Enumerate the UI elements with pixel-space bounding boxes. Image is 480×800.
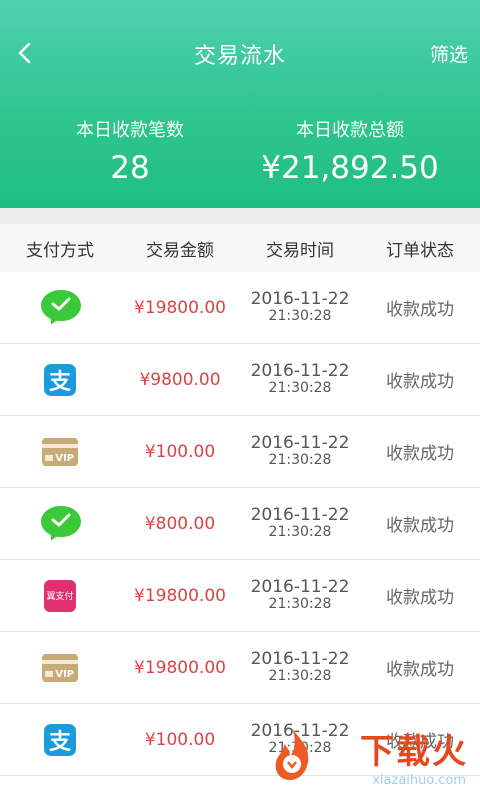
table-header: 支付方式 交易金额 交易时间 订单状态 <box>0 224 480 272</box>
watermark-text: 下载火 <box>360 732 468 772</box>
transaction-clock: 21:30:28 <box>268 524 332 541</box>
alipay-icon: 支 <box>40 720 80 760</box>
payment-method-cell <box>0 488 120 559</box>
amount-cell: ¥800.00 <box>144 513 216 534</box>
time-cell: 2016-11-22 21:30:28 <box>240 488 360 559</box>
watermark-url: xiazaihuo.com <box>372 773 466 788</box>
column-status: 订单状态 <box>386 240 454 261</box>
payment-method-cell: VIP <box>0 416 120 487</box>
filter-button[interactable]: 筛选 <box>430 40 468 67</box>
page-title: 交易流水 <box>193 44 286 69</box>
daily-count-value: 28 <box>110 150 150 186</box>
transaction-clock: 21:30:28 <box>268 596 332 613</box>
daily-amount-stat: 本日收款总额 ¥21,892.50 <box>250 116 450 186</box>
daily-amount-value: ¥21,892.50 <box>261 150 439 186</box>
transaction-date: 2016-11-22 <box>250 361 350 382</box>
status-cell: 收款成功 <box>386 660 454 680</box>
time-cell: 2016-11-22 21:30:28 <box>240 632 360 703</box>
yipay-icon: 翼支付 <box>40 576 80 616</box>
payment-method-cell: 支 <box>0 704 120 775</box>
amount-cell: ¥9800.00 <box>139 369 221 390</box>
transaction-clock: 21:30:28 <box>268 308 332 325</box>
payment-method-cell <box>0 272 120 343</box>
column-payment-method: 支付方式 <box>26 240 94 261</box>
column-time: 交易时间 <box>266 240 334 261</box>
wechat-pay-icon <box>40 504 81 544</box>
amount-cell: ¥100.00 <box>144 729 216 750</box>
daily-count-stat: 本日收款笔数 28 <box>40 116 220 186</box>
time-cell: 2016-11-22 21:30:28 <box>240 344 360 415</box>
transaction-date: 2016-11-22 <box>250 649 350 670</box>
flame-icon <box>275 728 309 780</box>
status-cell: 收款成功 <box>386 516 454 536</box>
table-row[interactable]: VIP ¥19800.00 2016-11-22 21:30:28 收款成功 <box>0 632 480 704</box>
amount-cell: ¥19800.00 <box>134 297 226 318</box>
daily-amount-label: 本日收款总额 <box>296 120 404 141</box>
vip-card-icon: VIP <box>40 648 80 688</box>
header: 交易流水 筛选 本日收款笔数 28 本日收款总额 ¥21,892.50 <box>0 0 480 208</box>
time-cell: 2016-11-22 21:30:28 <box>240 416 360 487</box>
status-cell: 收款成功 <box>386 372 454 392</box>
amount-cell: ¥100.00 <box>144 441 216 462</box>
payment-method-cell: 支 <box>0 344 120 415</box>
transaction-date: 2016-11-22 <box>250 289 350 310</box>
amount-cell: ¥19800.00 <box>134 657 226 678</box>
alipay-icon: 支 <box>40 360 80 400</box>
transaction-date: 2016-11-22 <box>250 433 350 454</box>
vip-card-icon: VIP <box>40 432 80 472</box>
table-row[interactable]: VIP ¥100.00 2016-11-22 21:30:28 收款成功 <box>0 416 480 488</box>
status-cell: 收款成功 <box>386 300 454 320</box>
wechat-pay-icon <box>40 288 81 328</box>
table-row[interactable]: 翼支付 ¥19800.00 2016-11-22 21:30:28 收款成功 <box>0 560 480 632</box>
status-cell: 收款成功 <box>386 444 454 464</box>
transaction-date: 2016-11-22 <box>250 577 350 598</box>
table-row[interactable]: ¥19800.00 2016-11-22 21:30:28 收款成功 <box>0 272 480 344</box>
daily-count-label: 本日收款笔数 <box>76 120 184 141</box>
transaction-clock: 21:30:28 <box>268 380 332 397</box>
header-divider <box>0 208 480 224</box>
amount-cell: ¥19800.00 <box>134 585 226 606</box>
payment-method-cell: VIP <box>0 632 120 703</box>
payment-method-cell: 翼支付 <box>0 560 120 631</box>
watermark-logo: 下载火 xiazaihuo.com <box>268 722 468 790</box>
status-cell: 收款成功 <box>386 588 454 608</box>
transaction-date: 2016-11-22 <box>250 505 350 526</box>
transaction-clock: 21:30:28 <box>268 452 332 469</box>
transaction-list: ¥19800.00 2016-11-22 21:30:28 收款成功 支 ¥98… <box>0 272 480 776</box>
column-amount: 交易金额 <box>146 240 214 261</box>
table-row[interactable]: 支 ¥9800.00 2016-11-22 21:30:28 收款成功 <box>0 344 480 416</box>
time-cell: 2016-11-22 21:30:28 <box>240 560 360 631</box>
transaction-clock: 21:30:28 <box>268 668 332 685</box>
table-row[interactable]: ¥800.00 2016-11-22 21:30:28 收款成功 <box>0 488 480 560</box>
time-cell: 2016-11-22 21:30:28 <box>240 272 360 343</box>
